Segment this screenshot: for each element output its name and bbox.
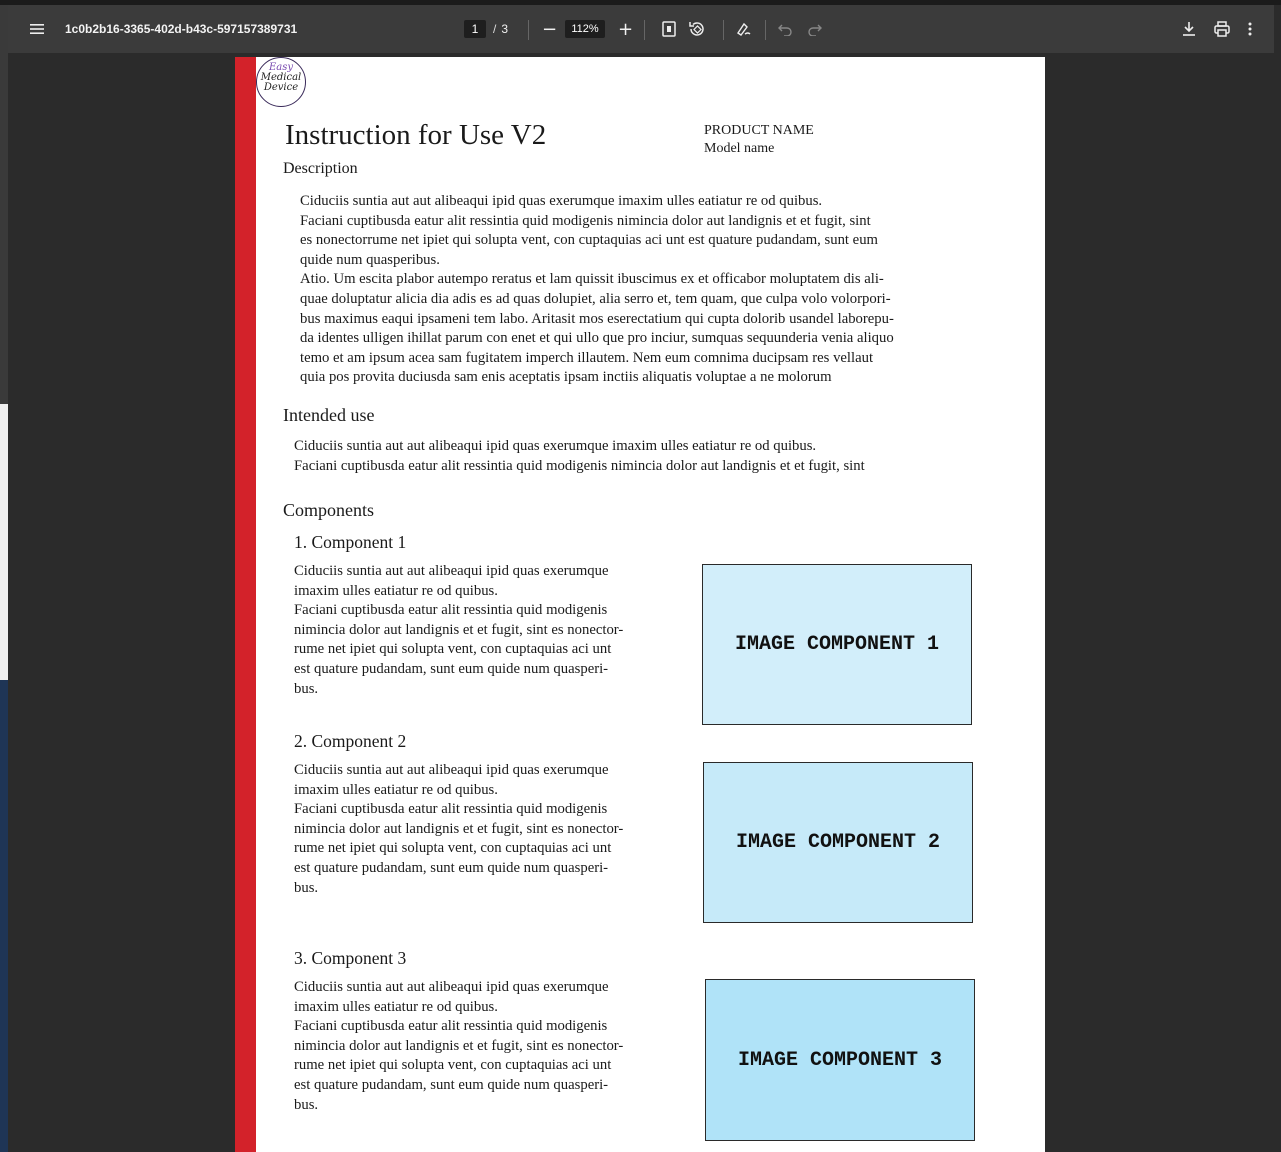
component-body: Ciduciis suntia aut aut alibeaqui ipid q… [294,562,666,699]
zoom-value[interactable]: 112% [565,20,605,38]
description-body: Ciduciis suntia aut aut alibeaqui ipid q… [300,192,970,388]
text-line: nimincia dolor aut landignis et et fugit… [294,820,624,837]
text-line: est quature pudandam, sunt eum quide num… [294,859,609,876]
page-number-input[interactable]: 1 [464,20,486,38]
print-icon[interactable] [1214,5,1230,53]
description-heading: Description [283,160,358,177]
text-line: Atio. Um escita plabor autempo reratus e… [300,271,884,288]
components-heading: Components [283,500,375,520]
total-pages: 3 [501,22,509,36]
component-image-placeholder: IMAGE COMPONENT 2 [703,762,973,923]
text-line: Ciduciis suntia aut aut alibeaqui ipid q… [294,762,609,778]
background-window-edge [0,0,8,1152]
text-line: Faciani cuptibusda eatur alit ressintia … [294,801,608,818]
pdf-page: Easy Medical Device Instruction for Use … [235,57,1045,1152]
text-line: es nonectorrume net ipiet qui solupta ve… [300,232,878,249]
text-line: Faciani cuptibusda eatur alit ressintia … [300,212,871,229]
text-line: imaxim ulles eatiatur re od quibus. [294,998,498,1015]
undo-icon[interactable] [778,5,792,53]
text-line: bus. [294,1096,319,1113]
product-info: PRODUCT NAME Model name [704,122,814,158]
toolbar-divider [723,20,724,40]
text-line: imaxim ulles eatiatur re od quibus. [294,582,498,599]
text-line: bus. [294,879,319,896]
text-line: Faciani cuptibusda eatur alit ressintia … [294,1018,608,1035]
pdf-toolbar: 1c0b2b16-3365-402d-b43c-597157389731 1 /… [8,5,1274,53]
toolbar-divider [765,20,766,40]
background-window-dark [0,0,8,404]
text-line: est quature pudandam, sunt eum quide num… [294,1076,609,1093]
component-title: 1. Component 1 [294,532,407,552]
text-line: da identes ulligen ihillat parum con ene… [300,330,894,347]
text-line: Faciani cuptibusda eatur alit ressintia … [294,457,865,474]
text-line: Ciduciis suntia aut aut alibeaqui ipid q… [294,438,817,454]
text-line: bus maximus eaqui ipsameni tem labo. Ari… [300,310,894,327]
text-line: est quature pudandam, sunt eum quide num… [294,660,609,677]
component-image-placeholder: IMAGE COMPONENT 1 [702,564,972,725]
component-title: 2. Component 2 [294,731,407,751]
document-title-heading: Instruction for Use V2 [285,119,547,151]
text-line: imaxim ulles eatiatur re od quibus. [294,781,498,798]
component-title: 3. Component 3 [294,948,407,968]
text-line: rume net ipiet qui solupta vent, con cup… [294,641,612,658]
text-line: nimincia dolor aut landignis et et fugit… [294,621,624,638]
accent-sidebar-bar [235,57,256,1152]
toolbar-divider [644,20,645,40]
text-line: rume net ipiet qui solupta vent, con cup… [294,1057,612,1074]
text-line: Ciduciis suntia aut aut alibeaqui ipid q… [294,979,609,995]
model-name: Model name [704,141,775,156]
zoom-out-button[interactable]: − [542,5,557,53]
document-title: 1c0b2b16-3365-402d-b43c-597157389731 [65,22,298,36]
fit-page-icon[interactable] [662,5,676,53]
text-line: Ciduciis suntia aut aut alibeaqui ipid q… [300,193,823,209]
product-name: PRODUCT NAME [704,123,814,138]
text-line: rume net ipiet qui solupta vent, con cup… [294,840,612,857]
rotate-icon[interactable] [688,5,706,53]
text-line: Ciduciis suntia aut aut alibeaqui ipid q… [294,563,609,579]
more-options-icon[interactable] [1248,5,1252,53]
component-body: Ciduciis suntia aut aut alibeaqui ipid q… [294,978,666,1115]
text-line: nimincia dolor aut landignis et et fugit… [294,1037,624,1054]
redo-icon[interactable] [808,5,822,53]
text-line: temo et am ipsum acea sam fugitatem impe… [300,349,874,366]
toolbar-divider [528,20,529,40]
annotate-icon[interactable] [736,5,752,53]
component-body: Ciduciis suntia aut aut alibeaqui ipid q… [294,761,666,898]
intended-use-heading: Intended use [283,405,375,425]
text-line: quide num quasperibus. [300,251,440,268]
component-image-placeholder: IMAGE COMPONENT 3 [705,979,975,1141]
zoom-level[interactable]: 112% [565,5,605,53]
download-icon[interactable] [1182,5,1196,53]
company-logo: Easy Medical Device [256,57,306,107]
zoom-in-button[interactable]: + [618,5,633,53]
intended-use-body: Ciduciis suntia aut aut alibeaqui ipid q… [294,437,964,476]
text-line: bus. [294,680,319,697]
text-line: Faciani cuptibusda eatur alit ressintia … [294,602,608,619]
page-navigator: 1 / 3 [464,5,508,53]
menu-icon[interactable] [30,5,48,53]
page-separator: / [493,22,497,36]
background-window-light [0,404,8,680]
text-line: quae doluptatur alicia dia adis es ad qu… [300,290,891,307]
text-line: quia pos provita duciusda sam enis acept… [300,369,832,386]
